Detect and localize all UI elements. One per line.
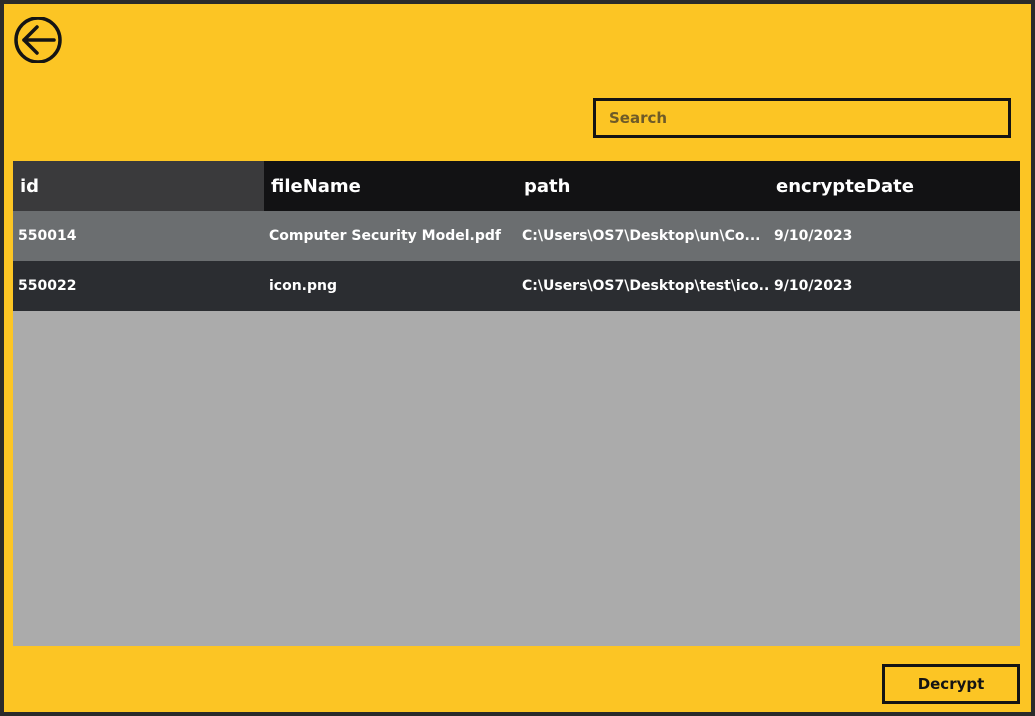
cell-filename: icon.png	[269, 278, 338, 294]
cell-encrypte-date: 9/10/2023	[774, 278, 853, 294]
cell-filename: Computer Security Model.pdf	[269, 228, 501, 244]
column-header-filename[interactable]: fileName	[264, 161, 517, 211]
search-input[interactable]	[607, 108, 1008, 128]
table-row[interactable]: 550022 icon.png C:\Users\OS7\Desktop\tes…	[13, 261, 1020, 311]
table-row[interactable]: 550014 Computer Security Model.pdf C:\Us…	[13, 211, 1020, 261]
column-header-id[interactable]: id	[13, 161, 264, 211]
cell-path: C:\Users\OS7\Desktop\test\ico...	[522, 278, 769, 294]
column-header-path[interactable]: path	[517, 161, 769, 211]
cell-id: 550022	[18, 278, 77, 294]
files-table[interactable]: id fileName path encrypteDate 550014 Com…	[13, 161, 1020, 646]
cell-encrypte-date: 9/10/2023	[774, 228, 853, 244]
table-header: id fileName path encrypteDate	[13, 161, 1020, 211]
main-window: id fileName path encrypteDate 550014 Com…	[4, 4, 1031, 712]
column-header-encrypte-date[interactable]: encrypteDate	[769, 161, 1020, 211]
cell-path: C:\Users\OS7\Desktop\un\Co...	[522, 228, 761, 244]
back-button[interactable]	[13, 17, 65, 63]
cell-id: 550014	[18, 228, 77, 244]
decrypt-button[interactable]: Decrypt	[882, 664, 1020, 704]
arrow-left-circle-icon	[14, 17, 62, 63]
search-box[interactable]	[593, 98, 1011, 138]
